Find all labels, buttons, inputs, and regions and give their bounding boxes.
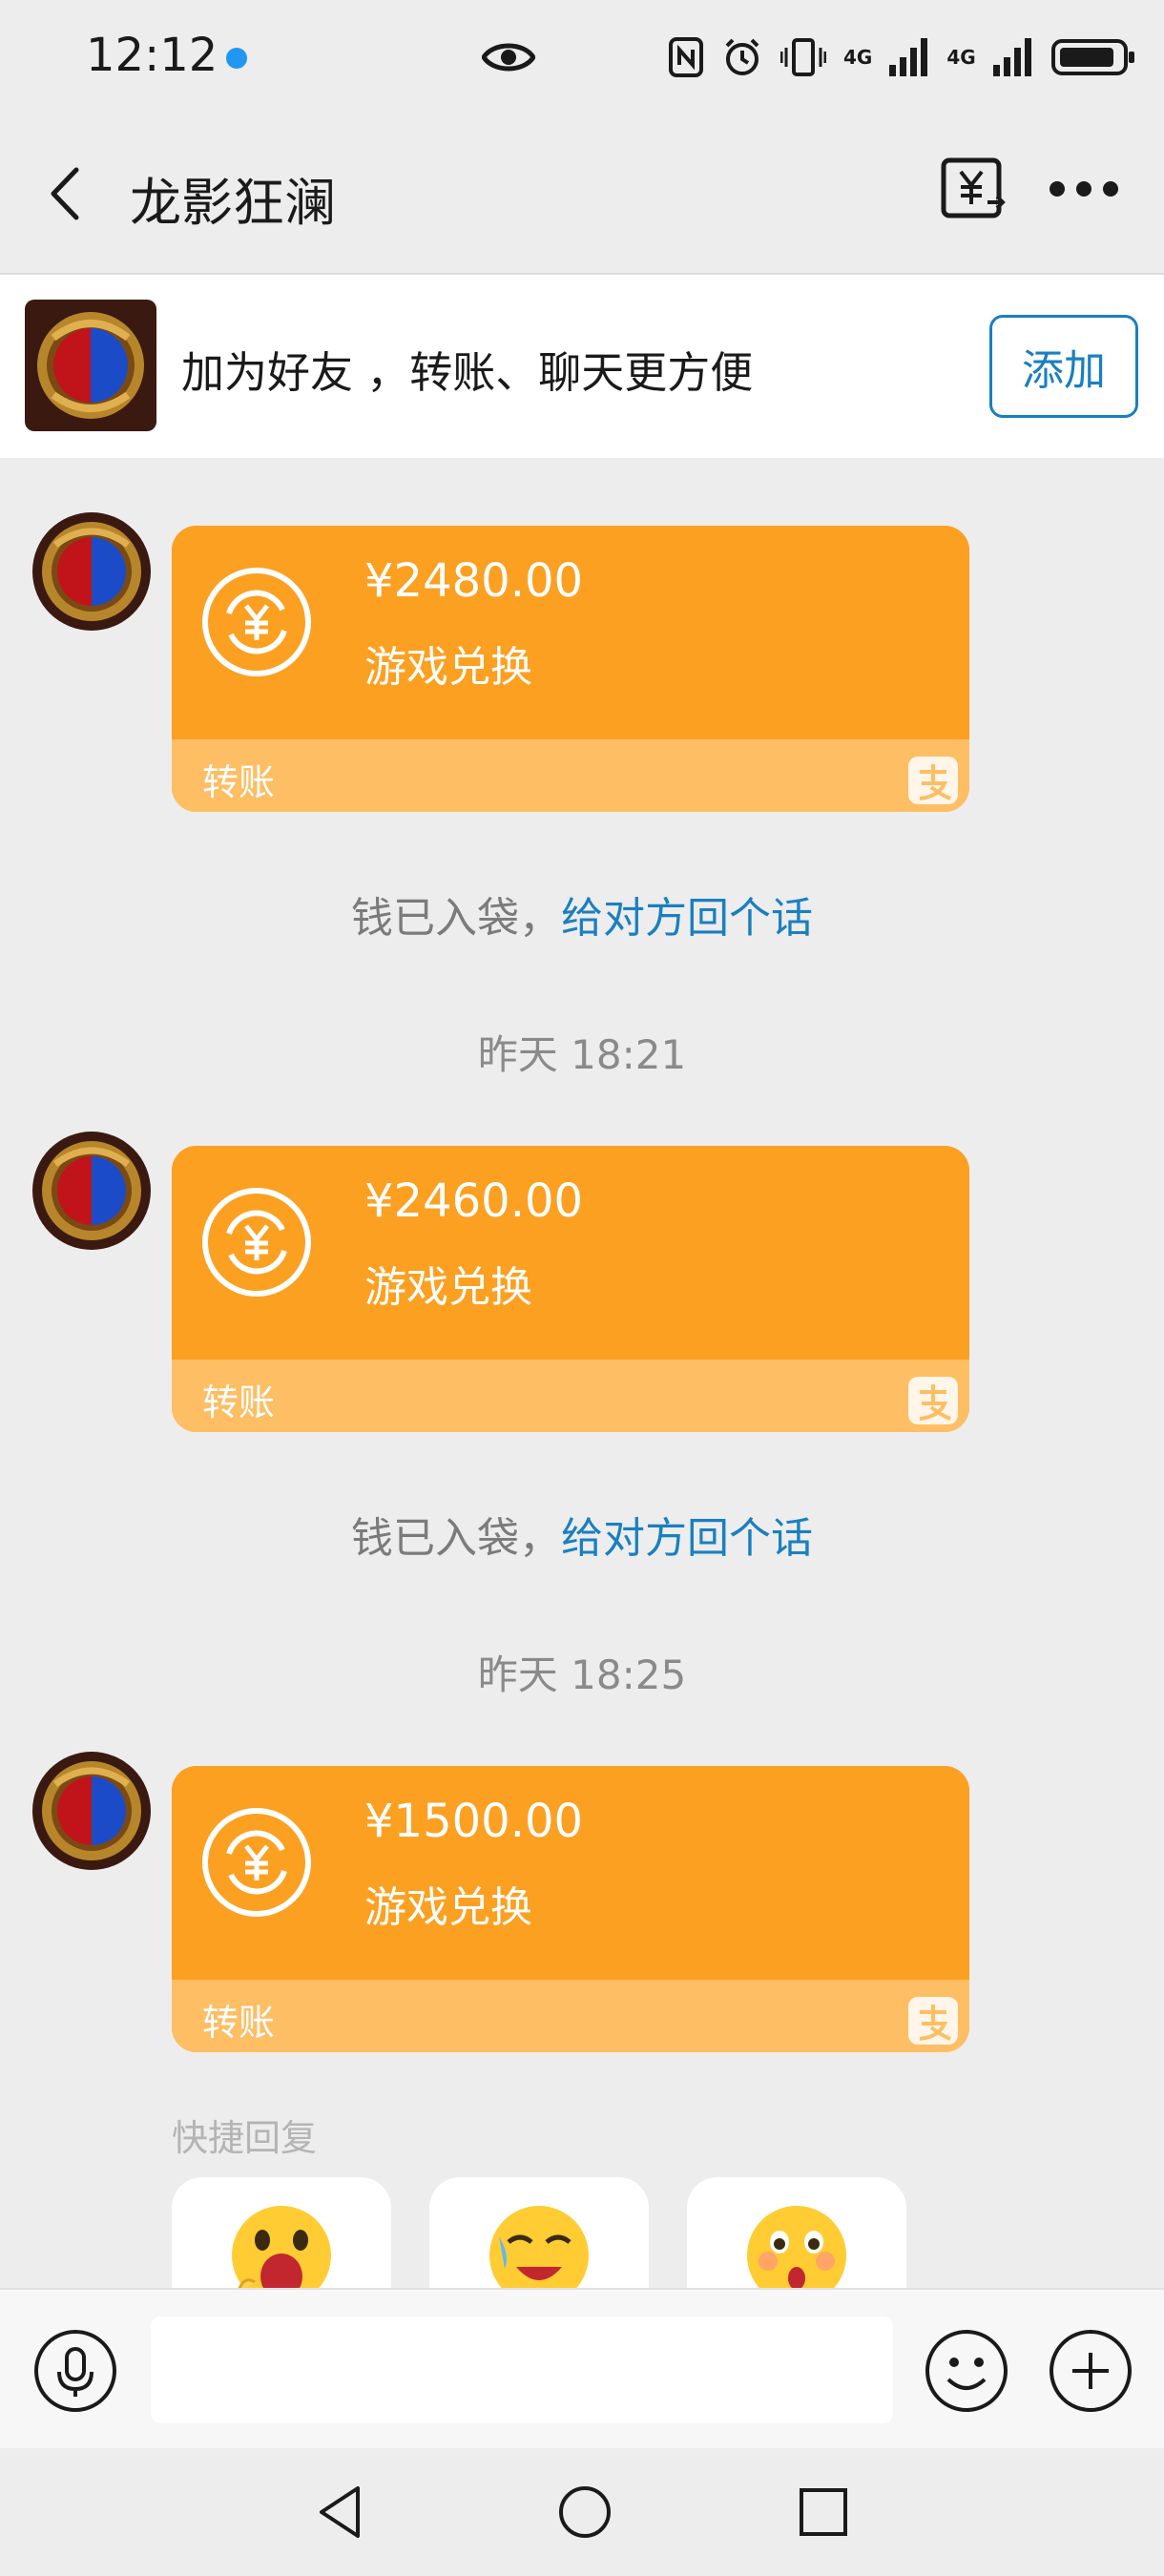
transfer-amount: ¥2480.00 [364, 554, 584, 608]
received-notice: 钱已入袋，给对方回个话 [0, 883, 1164, 945]
transfer-card[interactable]: ¥1500.00 游戏兑换 转账 [172, 1766, 969, 2052]
notification-dot-icon [226, 48, 247, 69]
signal-icon [889, 38, 928, 76]
quick-reply-item[interactable] [172, 2177, 391, 2292]
game-logo-icon [25, 300, 156, 431]
card-footer [172, 1360, 969, 1432]
sender-avatar[interactable] [32, 512, 151, 631]
transfer-amount: ¥1500.00 [364, 1795, 584, 1848]
network-label-1: 4G [843, 46, 873, 69]
message-input[interactable] [151, 2316, 893, 2423]
message-timestamp: 昨天 18:21 [477, 1031, 687, 1078]
add-friend-button[interactable]: 添加 [989, 315, 1138, 418]
signal-icon-2 [992, 38, 1031, 76]
dot [1050, 181, 1065, 197]
dot [1076, 181, 1091, 197]
sender-avatar[interactable] [32, 1752, 151, 1870]
crying-laughing-emoji-icon [489, 2206, 589, 2292]
transfer-card[interactable]: ¥2480.00 游戏兑换 转账 [172, 526, 969, 812]
game-logo-icon [32, 512, 151, 631]
contact-avatar[interactable] [25, 300, 156, 431]
alipay-icon [908, 757, 958, 804]
more-dots-icon[interactable] [1050, 170, 1118, 208]
vibrate-icon [780, 38, 826, 76]
card-footer [172, 1980, 969, 2052]
transfer-exchange-icon [202, 568, 311, 676]
add-friend-banner: 加为好友 ，转账、聊天更方便 添加 [0, 275, 1164, 458]
alarm-icon [725, 38, 759, 75]
system-nav-bar [0, 2448, 1164, 2576]
nav-bar: 龙影狂澜 [0, 114, 1164, 275]
transfer-label: 转账 [202, 1381, 276, 1423]
surprised-emoji-icon [747, 2206, 846, 2292]
yuan-transfer-icon[interactable] [940, 155, 1007, 221]
message-timestamp: 昨天 18:25 [477, 1652, 687, 1698]
system-home-icon[interactable] [553, 2481, 616, 2544]
banner-text: 加为好友 ，转账、聊天更方便 [181, 347, 754, 398]
input-bar [0, 2288, 1164, 2448]
dot [1103, 181, 1118, 197]
voice-input-icon[interactable] [32, 2328, 118, 2414]
status-bar: 12:12 4G 4G [0, 0, 1164, 114]
battery-icon [1050, 39, 1134, 75]
transfer-description: 游戏兑换 [364, 1263, 532, 1312]
transfer-card[interactable]: ¥2460.00 游戏兑换 转账 [172, 1146, 969, 1432]
network-label-2: 4G [946, 46, 976, 69]
transfer-label: 转账 [202, 2002, 276, 2044]
quick-reply-title: 快捷回复 [172, 2117, 318, 2159]
reply-link[interactable]: 给对方回个话 [561, 894, 813, 943]
status-icons: 4G 4G [668, 32, 1136, 82]
quick-reply-item[interactable] [429, 2177, 649, 2292]
game-logo-icon [32, 1132, 151, 1250]
sender-avatar[interactable] [32, 1132, 151, 1250]
back-chevron-icon[interactable] [42, 160, 90, 227]
alipay-icon [908, 1377, 958, 1424]
received-notice: 钱已入袋，给对方回个话 [0, 1504, 1164, 1565]
shocked-emoji-icon [232, 2206, 331, 2292]
card-footer [172, 739, 969, 812]
quick-reply-item[interactable] [687, 2177, 906, 2292]
transfer-description: 游戏兑换 [364, 1883, 532, 1932]
alipay-icon [908, 1997, 958, 2045]
transfer-exchange-icon [202, 1188, 311, 1297]
game-logo-icon [32, 1752, 151, 1870]
emoji-icon[interactable] [924, 2328, 1009, 2414]
transfer-description: 游戏兑换 [364, 643, 532, 692]
nfc-icon [669, 37, 703, 77]
reply-link[interactable]: 给对方回个话 [561, 1514, 813, 1563]
transfer-exchange-icon [202, 1808, 311, 1917]
plus-icon[interactable] [1048, 2328, 1133, 2414]
transfer-label: 转账 [202, 761, 276, 803]
transfer-amount: ¥2460.00 [364, 1174, 584, 1228]
received-text: 钱已入袋， [351, 1514, 561, 1563]
system-recent-apps-icon[interactable] [792, 2481, 855, 2544]
received-text: 钱已入袋， [351, 894, 561, 943]
eye-icon [482, 43, 535, 72]
status-time: 12:12 [86, 29, 218, 82]
system-back-icon[interactable] [310, 2481, 373, 2544]
page-title: 龙影狂澜 [130, 173, 336, 233]
